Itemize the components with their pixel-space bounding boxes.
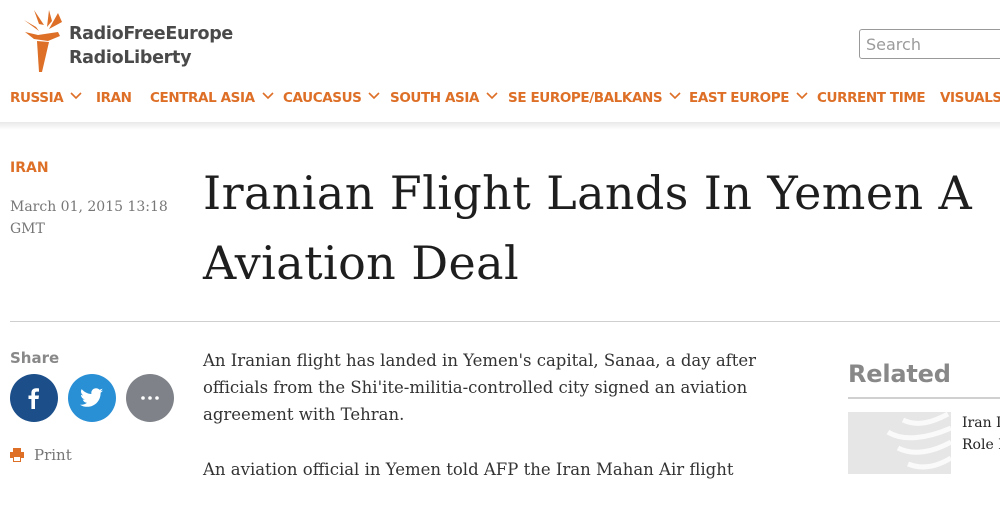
share-label: Share (10, 349, 60, 367)
nav-item-east-europe[interactable]: EAST EUROPE (689, 90, 808, 110)
nav-item-label: EAST EUROPE (689, 90, 790, 106)
publish-date: March 01, 2015 13:18 GMT (10, 199, 168, 237)
twitter-icon (80, 388, 103, 407)
nav-item-current-time[interactable]: CURRENT TIME (817, 90, 926, 110)
nav-item-se-europe-balkans[interactable]: SE EUROPE/BALKANS (508, 90, 681, 110)
related-heading: Related (848, 360, 951, 388)
headline-line-2: Aviation Deal (203, 236, 520, 290)
more-share-button[interactable] (126, 374, 174, 422)
page-title: Iranian Flight Lands In Yemen A Aviation… (203, 158, 1000, 298)
twitter-share-button[interactable] (68, 374, 116, 422)
nav-item-label: SOUTH ASIA (390, 90, 480, 106)
related-item-link[interactable]: Iran I Role I (962, 412, 1000, 456)
chevron-down-icon (70, 92, 82, 100)
chevron-down-icon (262, 92, 274, 100)
nav-item-iran[interactable]: IRAN (96, 90, 132, 110)
headline-divider (10, 321, 1000, 322)
nav-item-visuals[interactable]: VISUALS (940, 90, 1000, 110)
nav-item-caucasus[interactable]: CAUCASUS (283, 90, 381, 110)
section-label[interactable]: IRAN (10, 160, 49, 176)
related-item-line-2: Role I (962, 437, 1000, 453)
chevron-down-icon (669, 92, 681, 100)
print-link[interactable]: Print (10, 446, 72, 464)
headline-line-1: Iranian Flight Lands In Yemen A (203, 166, 973, 220)
brand-line-1: RadioFreeEurope (69, 24, 233, 44)
facebook-share-button[interactable] (10, 374, 58, 422)
site-logo[interactable]: RadioFreeEurope RadioLiberty (22, 8, 262, 74)
facebook-icon (28, 388, 39, 409)
nav-item-label: VISUALS (940, 90, 1000, 106)
related-thumbnail[interactable] (848, 412, 951, 474)
nav-item-label: SE EUROPE/BALKANS (508, 90, 663, 106)
search-input[interactable]: Search (859, 29, 1000, 59)
nav-item-central-asia[interactable]: CENTRAL ASIA (150, 90, 274, 110)
nav-item-south-asia[interactable]: SOUTH ASIA (390, 90, 498, 110)
chevron-down-icon (796, 92, 808, 100)
chevron-down-icon (486, 92, 498, 100)
torch-icon (24, 10, 62, 72)
paragraph-1: An Iranian flight has landed in Yemen's … (203, 351, 757, 424)
site-header: RadioFreeEurope RadioLiberty Search (0, 0, 1000, 80)
nav-item-label: RUSSIA (10, 90, 64, 106)
article-body: An Iranian flight has landed in Yemen's … (203, 347, 783, 511)
related-item-line-1: Iran I (962, 415, 1000, 431)
chevron-down-icon (368, 92, 381, 100)
nav-item-label: CAUCASUS (283, 90, 362, 106)
nav-divider (0, 122, 1000, 130)
printer-icon (10, 448, 24, 462)
nav-item-label: IRAN (96, 90, 132, 106)
nav-item-russia[interactable]: RUSSIA (10, 90, 82, 110)
placeholder-icon (886, 412, 951, 470)
print-label: Print (34, 446, 72, 464)
related-divider (848, 397, 1000, 399)
nav-item-label: CENTRAL ASIA (150, 90, 255, 106)
brand-line-2: RadioLiberty (69, 48, 192, 68)
more-icon (141, 396, 159, 400)
nav-item-label: CURRENT TIME (817, 90, 926, 106)
